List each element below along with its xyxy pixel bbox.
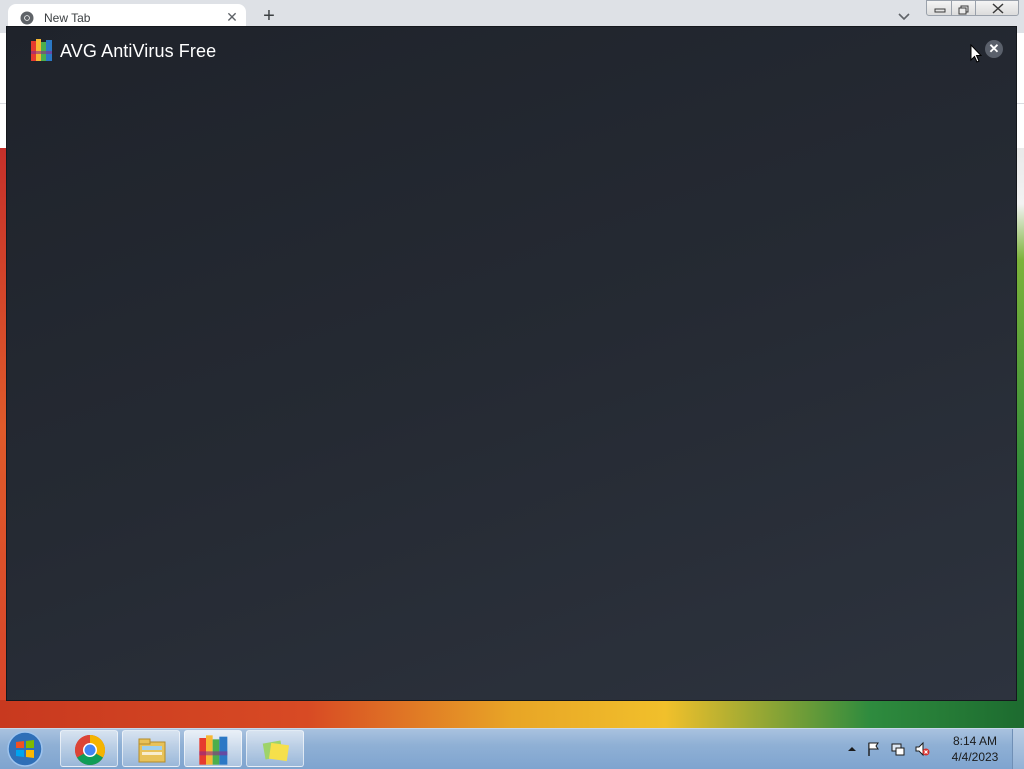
tab-title: New Tab xyxy=(44,11,91,25)
chevron-down-icon[interactable] xyxy=(895,8,913,26)
start-button[interactable] xyxy=(5,731,45,767)
taskbar-sticky-notes[interactable] xyxy=(246,730,304,767)
window-controls xyxy=(926,0,1020,17)
volume-muted-icon[interactable] xyxy=(914,741,930,757)
restore-icon xyxy=(958,5,969,15)
avg-close-button[interactable]: ✕ xyxy=(985,40,1003,58)
clock-date: 4/4/2023 xyxy=(951,750,999,764)
show-desktop-button[interactable] xyxy=(1012,729,1024,769)
avg-logo-icon xyxy=(31,39,52,61)
chrome-icon xyxy=(74,735,106,766)
tab-close-icon[interactable]: ✕ xyxy=(224,9,240,25)
folder-icon xyxy=(138,738,166,763)
clock-time: 8:14 AM xyxy=(952,734,998,748)
taskbar-chrome[interactable] xyxy=(60,730,118,767)
mouse-cursor-icon xyxy=(970,44,982,63)
avg-dialog: AVG AntiVirus Free ✕ xyxy=(7,27,1016,700)
minimize-icon xyxy=(934,8,946,13)
close-icon xyxy=(992,3,1004,14)
close-window-button[interactable] xyxy=(975,0,1019,16)
wallpaper-bottom-strip xyxy=(0,700,1024,728)
taskbar-avg[interactable] xyxy=(184,730,242,767)
new-tab-button[interactable]: + xyxy=(259,6,279,26)
sticky-notes-icon xyxy=(262,740,290,762)
taskbar-windows-explorer[interactable] xyxy=(122,730,180,767)
taskbar: 8:14 AM 4/4/2023 xyxy=(0,728,1024,769)
restore-button[interactable] xyxy=(951,0,976,16)
avg-logo-icon xyxy=(199,735,228,765)
wallpaper-right-edge xyxy=(1016,148,1024,708)
action-center-flag-icon[interactable] xyxy=(866,741,882,757)
show-hidden-icons-icon[interactable] xyxy=(844,741,860,757)
minimize-button[interactable] xyxy=(926,0,952,16)
chrome-icon xyxy=(20,11,34,25)
taskbar-clock[interactable]: 8:14 AM 4/4/2023 xyxy=(945,733,1005,765)
network-icon[interactable] xyxy=(890,741,906,757)
system-tray xyxy=(842,729,942,769)
avg-dialog-title: AVG AntiVirus Free xyxy=(60,41,217,61)
